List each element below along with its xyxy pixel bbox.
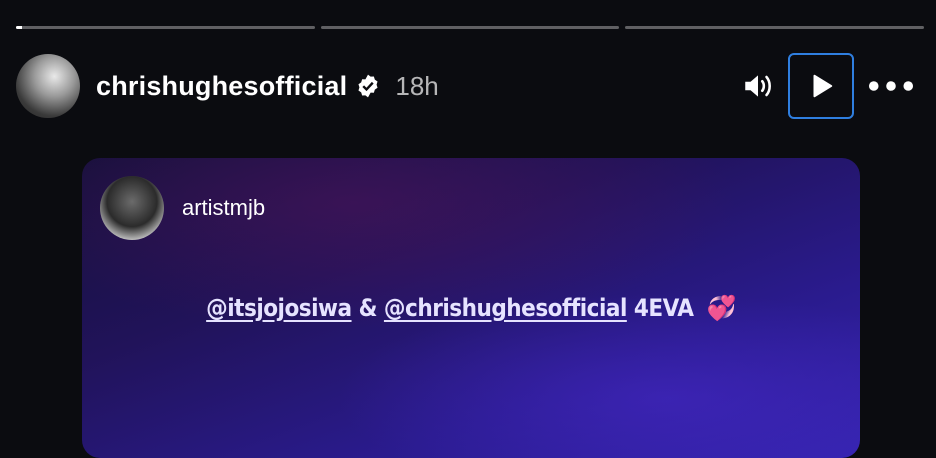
shared-post-header: artistmjb: [100, 176, 265, 240]
progress-segment: [625, 26, 925, 29]
play-button[interactable]: [788, 53, 854, 119]
progress-segment: [320, 26, 620, 29]
shared-post-username[interactable]: artistmjb: [182, 195, 265, 221]
story-controls: [738, 53, 916, 119]
mention-link[interactable]: @itsjojosiwa: [206, 294, 352, 322]
timestamp: 18h: [395, 70, 439, 101]
caption-text: 4EVA: [633, 294, 694, 322]
mention-link[interactable]: @chrishughesofficial: [384, 294, 627, 322]
avatar[interactable]: [16, 54, 80, 118]
shared-post-caption: @itsjojosiwa & @chrishughesofficial 4EVA…: [82, 294, 860, 322]
more-icon[interactable]: [866, 66, 916, 106]
progress-fill: [16, 26, 22, 29]
story-progress-bar: [16, 26, 925, 30]
hearts-emoji: 💞: [706, 294, 736, 322]
shared-post-avatar[interactable]: [100, 176, 164, 240]
progress-segment: [16, 26, 315, 29]
verified-icon: [355, 73, 381, 99]
shared-post-card[interactable]: artistmjb @itsjojosiwa & @chrishughesoff…: [82, 158, 860, 458]
username[interactable]: chrishughesofficial: [96, 71, 347, 102]
volume-icon[interactable]: [738, 66, 778, 106]
play-icon: [813, 74, 833, 98]
story-header: chrishughesofficial 18h: [16, 53, 916, 119]
caption-amp: &: [358, 294, 378, 322]
